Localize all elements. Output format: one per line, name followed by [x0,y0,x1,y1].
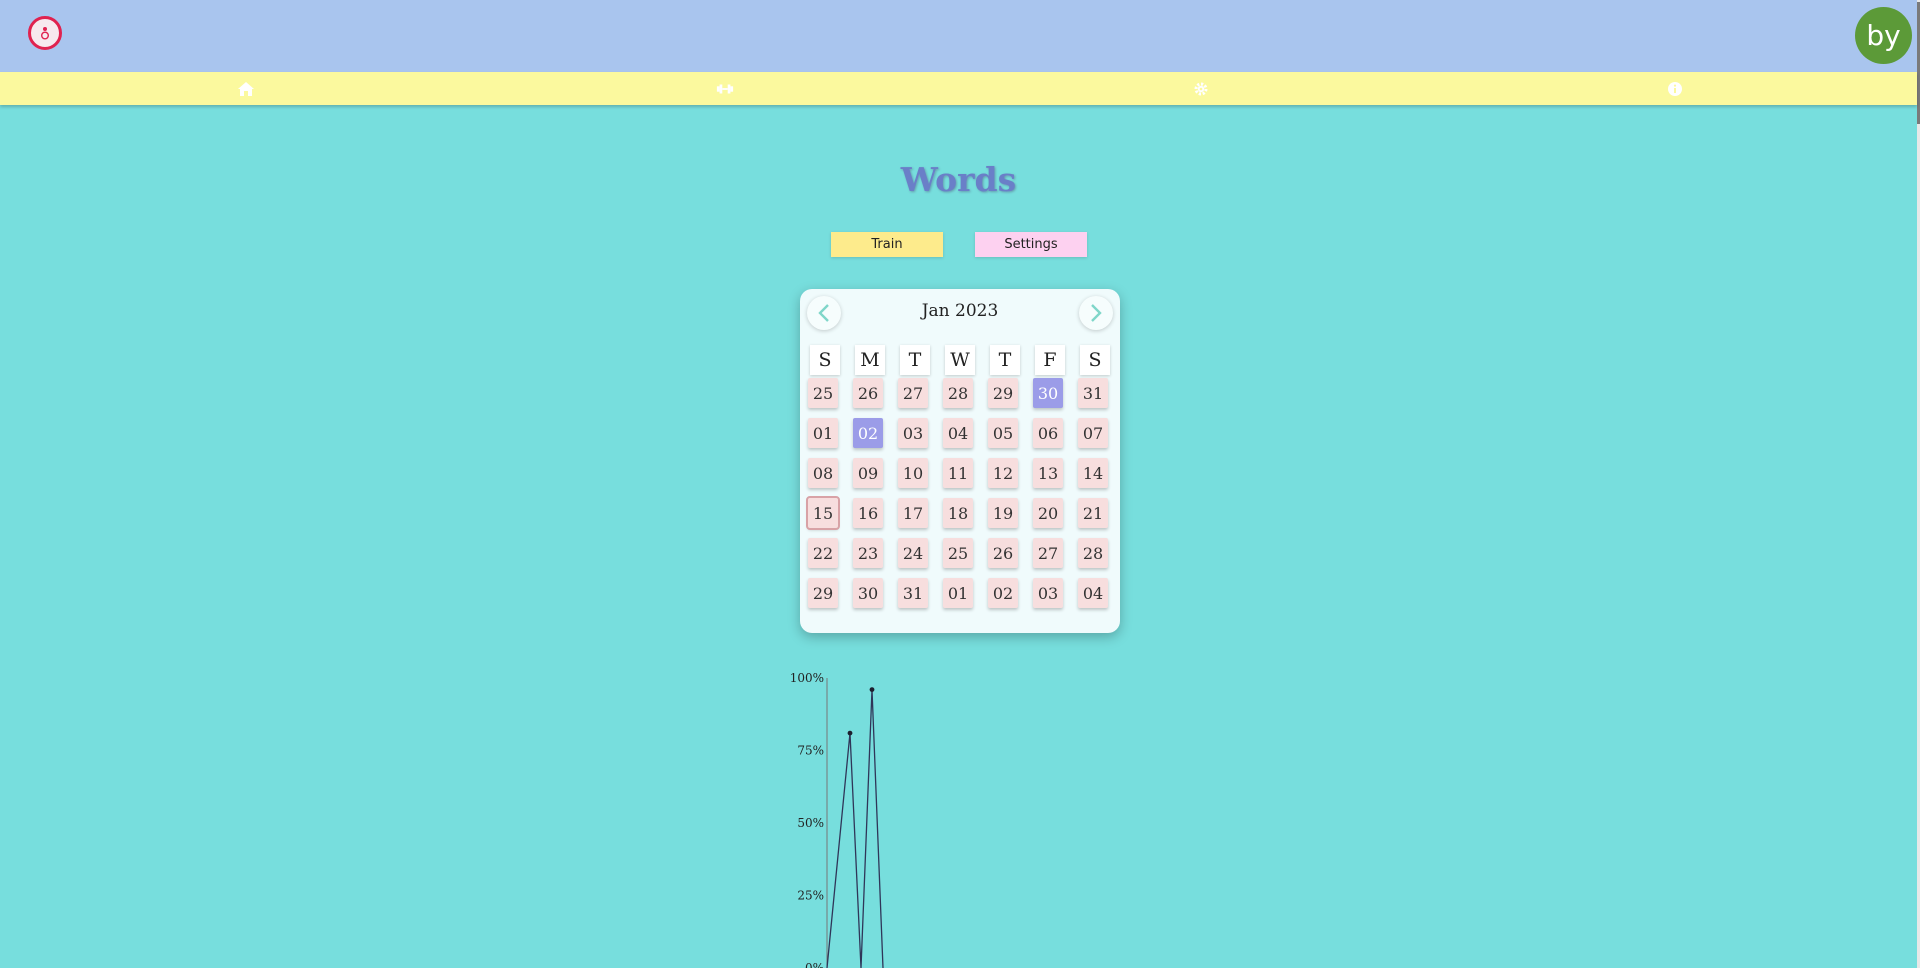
train-button[interactable]: Train [831,232,943,257]
calendar-day[interactable]: 16 [853,498,883,528]
calendar-day[interactable]: 01 [943,578,973,608]
calendar-month-label: Jan 2023 [921,301,999,321]
chevron-right-icon [1091,304,1102,322]
calendar-day[interactable]: 19 [988,498,1018,528]
calendar-day[interactable]: 31 [1078,378,1108,408]
calendar-day[interactable]: 24 [898,538,928,568]
main-nav [0,72,1917,105]
calendar-day[interactable]: 03 [898,418,928,448]
y-tick-label: 0% [805,961,824,968]
calendar: Jan 2023 SMTWTFS 25 26 27 28 29 30 31 01 02 03 04 0… [800,289,1120,633]
weekday-header: M [855,345,885,375]
calendar-day[interactable]: 17 [898,498,928,528]
data-point[interactable] [869,687,875,692]
data-point[interactable] [847,730,853,736]
calendar-day[interactable]: 04 [1078,578,1108,608]
calendar-day[interactable]: 26 [988,538,1018,568]
weekday-header: S [810,345,840,375]
y-tick-label: 50% [797,816,824,830]
calendar-day[interactable]: 14 [1078,458,1108,488]
nav-dumbbell-icon[interactable] [716,80,734,98]
calendar-day[interactable]: 30 [1033,378,1063,408]
calendar-day[interactable]: 09 [853,458,883,488]
calendar-day[interactable]: 29 [808,578,838,608]
calendar-day[interactable]: 03 [1033,578,1063,608]
calendar-day[interactable]: 18 [943,498,973,528]
logo-icon[interactable] [28,16,62,50]
calendar-day[interactable]: 23 [853,538,883,568]
weekday-header: T [990,345,1020,375]
series-line [826,689,884,968]
calendar-day[interactable]: 11 [943,458,973,488]
calendar-day[interactable]: 25 [808,378,838,408]
nav-info-icon[interactable] [1666,80,1684,98]
calendar-day[interactable]: 28 [1078,538,1108,568]
calendar-day[interactable]: 27 [1033,538,1063,568]
calendar-day[interactable]: 21 [1078,498,1108,528]
calendar-day[interactable]: 04 [943,418,973,448]
nav-gear-icon[interactable] [1192,80,1210,98]
y-tick-label: 25% [797,889,824,903]
calendar-day[interactable]: 06 [1033,418,1063,448]
calendar-day[interactable]: 01 [808,418,838,448]
calendar-day[interactable]: 30 [853,578,883,608]
weekday-header: S [1080,345,1110,375]
nav-home-icon[interactable] [237,80,255,98]
settings-button[interactable]: Settings [975,232,1087,257]
calendar-day[interactable]: 29 [988,378,1018,408]
calendar-day[interactable]: 15 [806,496,840,530]
calendar-day[interactable]: 10 [898,458,928,488]
top-header: by [0,0,1920,72]
page-title: Words [900,160,1017,199]
y-tick-label: 75% [797,744,824,758]
calendar-day[interactable]: 26 [853,378,883,408]
user-avatar[interactable]: by [1855,7,1912,64]
y-tick-label: 100% [790,671,824,685]
calendar-day[interactable]: 07 [1078,418,1108,448]
calendar-day[interactable]: 02 [853,418,883,448]
calendar-day[interactable]: 05 [988,418,1018,448]
next-month-button[interactable] [1079,296,1113,330]
calendar-day[interactable]: 25 [943,538,973,568]
weekday-header: T [900,345,930,375]
weekday-header: F [1035,345,1065,375]
calendar-day[interactable]: 28 [943,378,973,408]
calendar-day[interactable]: 08 [808,458,838,488]
weekday-header: W [945,345,975,375]
calendar-day[interactable]: 22 [808,538,838,568]
accuracy-chart: 0% 25% 50% 75% 100% [790,671,884,968]
calendar-day[interactable]: 02 [988,578,1018,608]
calendar-day[interactable]: 27 [898,378,928,408]
calendar-day[interactable]: 20 [1033,498,1063,528]
calendar-day[interactable]: 13 [1033,458,1063,488]
calendar-day[interactable]: 31 [898,578,928,608]
calendar-day[interactable]: 12 [988,458,1018,488]
